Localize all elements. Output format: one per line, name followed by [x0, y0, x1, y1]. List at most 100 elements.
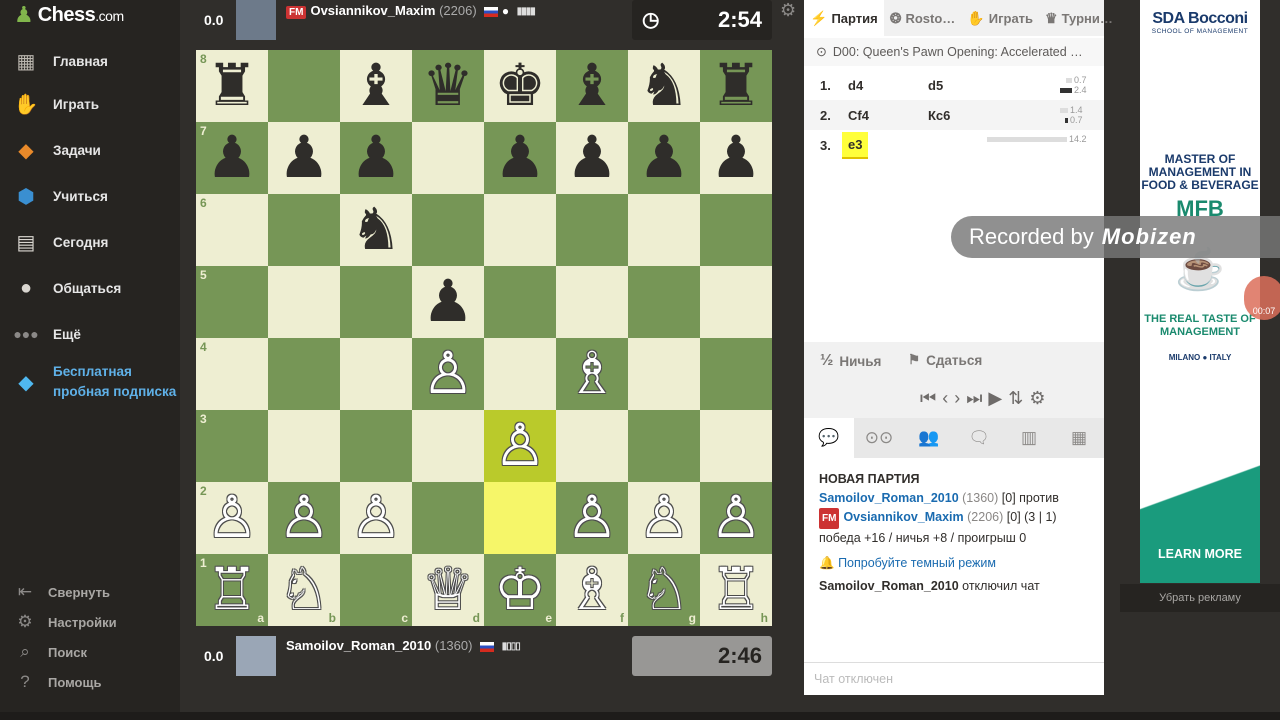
chess-piece[interactable]: ♗ [566, 561, 618, 619]
square-b4[interactable] [268, 338, 340, 410]
chess-piece[interactable]: ♗ [566, 345, 618, 403]
chess-piece[interactable]: ♝ [350, 57, 402, 115]
square-d2[interactable] [412, 482, 484, 554]
square-f3[interactable] [556, 410, 628, 482]
square-c5[interactable] [340, 266, 412, 338]
chess-piece[interactable]: ♙ [350, 489, 402, 547]
first-move-icon[interactable]: ⏮ [920, 388, 936, 409]
square-c7[interactable]: ♟ [340, 122, 412, 194]
square-h8[interactable]: ♜ [700, 50, 772, 122]
players-icon[interactable]: 👥 [904, 418, 954, 458]
square-g8[interactable]: ♞ [628, 50, 700, 122]
recording-timer[interactable]: 00:07 [1244, 276, 1280, 320]
square-c3[interactable] [340, 410, 412, 482]
chess-piece[interactable]: ♖ [710, 561, 762, 619]
square-d6[interactable] [412, 194, 484, 266]
avatar[interactable] [236, 0, 276, 40]
current-move[interactable]: e3 [842, 131, 869, 159]
square-e5[interactable] [484, 266, 556, 338]
square-h4[interactable] [700, 338, 772, 410]
tab-play[interactable]: ✋ Играть [961, 0, 1039, 36]
sidebar-item-free-trial[interactable]: ◆ Бесплатная пробная подписка [12, 362, 177, 402]
chess-piece[interactable]: ♟ [350, 129, 402, 187]
square-f2[interactable]: ♙ [556, 482, 628, 554]
chess-piece[interactable]: ♞ [350, 201, 402, 259]
chess-piece[interactable]: ♜ [710, 57, 762, 115]
opening-name[interactable]: ⊙ D00: Queen's Pawn Opening: Accelerated… [804, 38, 1104, 66]
flip-board-icon[interactable]: ⇅ [1008, 388, 1023, 409]
chess-piece[interactable]: ♘ [278, 561, 330, 619]
square-d8[interactable]: ♛ [412, 50, 484, 122]
square-e3[interactable]: ♙ [484, 410, 556, 482]
search-button[interactable]: ⌕ Поиск [14, 640, 174, 664]
square-a7[interactable]: ♟ 7 [196, 122, 268, 194]
square-d5[interactable]: ♟ [412, 266, 484, 338]
chat-player-link[interactable]: Samoilov_Roman_2010 [819, 491, 959, 505]
square-a4[interactable]: 4 [196, 338, 268, 410]
square-b1[interactable]: ♘ b [268, 554, 340, 626]
chess-piece[interactable]: ♙ [638, 489, 690, 547]
square-f7[interactable]: ♟ [556, 122, 628, 194]
chat-tab-icon[interactable]: 💬 [804, 418, 854, 458]
messages-icon[interactable]: 🗨 [954, 418, 1004, 458]
chat-player-link[interactable]: Ovsiannikov_Maxim [843, 510, 963, 524]
chess-piece[interactable]: ♙ [422, 345, 474, 403]
square-e2[interactable] [484, 482, 556, 554]
white-move[interactable]: d4 [848, 78, 863, 93]
square-f4[interactable]: ♗ [556, 338, 628, 410]
square-g2[interactable]: ♙ [628, 482, 700, 554]
help-button[interactable]: ? Помощь [14, 670, 174, 694]
square-h3[interactable] [700, 410, 772, 482]
square-e7[interactable]: ♟ [484, 122, 556, 194]
square-b3[interactable] [268, 410, 340, 482]
square-c8[interactable]: ♝ [340, 50, 412, 122]
square-g7[interactable]: ♟ [628, 122, 700, 194]
square-h1[interactable]: ♖ h [700, 554, 772, 626]
square-d1[interactable]: ♕ d [412, 554, 484, 626]
chess-piece[interactable]: ♚ [494, 57, 546, 115]
square-b8[interactable] [268, 50, 340, 122]
square-g4[interactable] [628, 338, 700, 410]
square-a2[interactable]: ♙ 2 [196, 482, 268, 554]
square-g3[interactable] [628, 410, 700, 482]
square-d3[interactable] [412, 410, 484, 482]
tab-tournaments[interactable]: ♛ Турни… [1039, 0, 1119, 36]
square-h6[interactable] [700, 194, 772, 266]
square-b2[interactable]: ♙ [268, 482, 340, 554]
chess-piece[interactable]: ♙ [278, 489, 330, 547]
square-e1[interactable]: ♔ e [484, 554, 556, 626]
square-d4[interactable]: ♙ [412, 338, 484, 410]
square-f8[interactable]: ♝ [556, 50, 628, 122]
board-settings-gear-icon[interactable]: ⚙ [780, 0, 796, 21]
square-f5[interactable] [556, 266, 628, 338]
chess-piece[interactable]: ♖ [206, 561, 258, 619]
avatar[interactable] [236, 636, 276, 676]
chess-piece[interactable]: ♞ [638, 57, 690, 115]
sidebar-item-more[interactable]: ●●● Ещё [12, 319, 177, 349]
square-e4[interactable] [484, 338, 556, 410]
square-a1[interactable]: ♖ 1 a [196, 554, 268, 626]
chess-piece[interactable]: ♟ [278, 129, 330, 187]
sidebar-item-social[interactable]: ● Общаться [12, 273, 177, 303]
chess-piece[interactable]: ♜ [206, 57, 258, 115]
square-g6[interactable] [628, 194, 700, 266]
square-g1[interactable]: ♘ g [628, 554, 700, 626]
advertisement[interactable]: SDA Bocconi SCHOOL OF MANAGEMENT MASTER … [1140, 0, 1260, 583]
chess-piece[interactable]: ♟ [638, 129, 690, 187]
black-move[interactable]: d5 [928, 78, 943, 93]
chess-piece[interactable]: ♙ [566, 489, 618, 547]
chess-board[interactable]: ♜ 8 ♝ ♛ ♚ ♝ ♞ ♜ ♟ 7 ♟ ♟ ♟ ♟ ♟ ♟ 6 ♞ 5 ♟ 4 ♙ ♗ 3 ♙ ♙ 2 ♙ ♙ ♙ ♙ ♙ ♖ 1 a ♘ b c ♕ d… [196, 50, 772, 626]
square-c6[interactable]: ♞ [340, 194, 412, 266]
square-h5[interactable] [700, 266, 772, 338]
chess-piece[interactable]: ♟ [710, 129, 762, 187]
dark-mode-tip[interactable]: 🔔 Попробуйте темный режим [819, 554, 1099, 573]
settings-button[interactable]: ⚙ Настройки [14, 610, 174, 634]
chess-piece[interactable]: ♟ [566, 129, 618, 187]
square-a8[interactable]: ♜ 8 [196, 50, 268, 122]
square-c4[interactable] [340, 338, 412, 410]
board-icon[interactable]: ▦ [1054, 418, 1104, 458]
chess-piece[interactable]: ♝ [566, 57, 618, 115]
resign-button[interactable]: ⚑ Сдаться [908, 352, 982, 368]
prev-move-icon[interactable]: ‹ [942, 388, 948, 409]
chess-logo[interactable]: ♟ Chess.com [14, 2, 124, 28]
